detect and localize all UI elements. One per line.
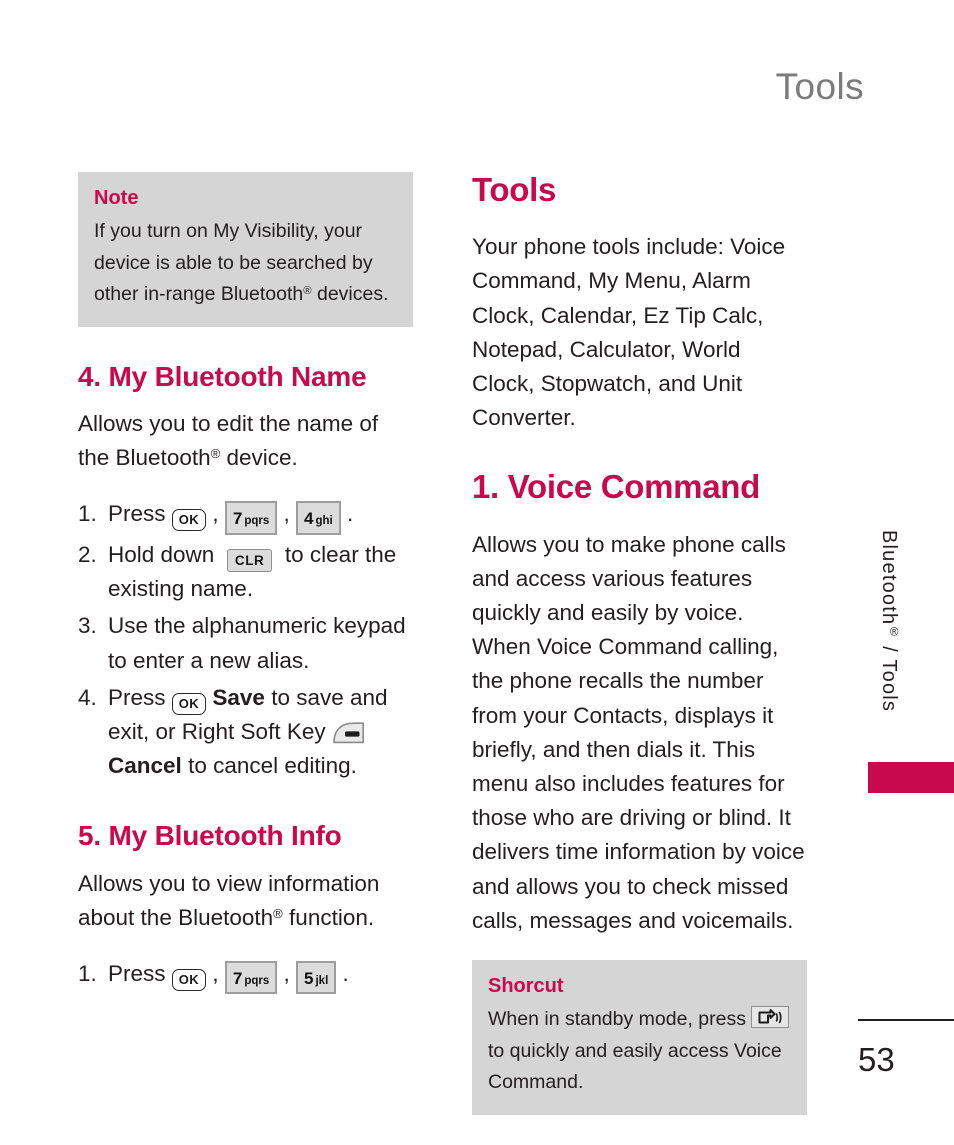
shortcut-body-tail: to quickly and easily access Voice Comma… <box>488 1039 782 1094</box>
ok-key-icon: OK <box>171 509 207 532</box>
clr-key-icon: CLR <box>226 548 273 573</box>
right-soft-key-icon <box>332 721 366 745</box>
shortcut-callout-title: Shorcut <box>488 974 564 997</box>
step-item: 1. Press OK , 7 pqrs , 5 jkl . <box>78 957 413 995</box>
key-digit: 4 <box>304 509 314 529</box>
save-label: Save <box>212 684 265 710</box>
registered-mark: ® <box>210 445 221 461</box>
heading-voice-command: 1. Voice Command <box>472 468 760 506</box>
key-letters: ghi <box>315 515 333 528</box>
key-digit: 7 <box>232 968 243 988</box>
left-column: Note If you turn on My Visibility, your … <box>78 172 413 997</box>
step-text: Press <box>108 684 166 710</box>
seven-pqrs-key-icon: 7 pqrs <box>224 960 278 995</box>
key-letters: pqrs <box>244 974 270 987</box>
heading-my-bluetooth-name: 4. My Bluetooth Name <box>78 360 367 392</box>
shortcut-callout: Shorcut When in standby mode, press to q… <box>472 959 807 1115</box>
shortcut-body-text: When in standby mode, press <box>488 1007 746 1030</box>
page-running-head: Tools <box>775 66 864 107</box>
ok-key-icon: OK <box>171 968 207 991</box>
step-item: 3. Use the alphanumeric keypad to enter a… <box>78 609 413 677</box>
voice-command-paragraph: Allows you to make phone calls and acces… <box>472 531 805 933</box>
step-item: 2. Hold down CLR to clear the existing na… <box>78 538 413 607</box>
footer-divider <box>858 1019 954 1021</box>
key-letters: pqrs <box>244 515 270 528</box>
registered-mark: ® <box>887 625 901 640</box>
step-text: Press <box>108 501 166 527</box>
note-callout: Note If you turn on My Visibility, your … <box>78 172 413 327</box>
my-bluetooth-name-intro-tail: device. <box>220 445 298 471</box>
cancel-label: Cancel <box>108 753 182 779</box>
key-letters: jkl <box>315 974 329 987</box>
step-text-tail: . <box>347 501 354 527</box>
five-jkl-key-icon: 5 jkl <box>296 960 337 995</box>
step-text: Press <box>108 960 166 986</box>
page-number: 53 <box>858 1041 895 1078</box>
note-callout-title: Note <box>94 187 139 209</box>
step-text-tail: to cancel editing. <box>188 753 357 779</box>
side-tab-label: Bluetooth® / Tools <box>878 530 901 713</box>
step-number: 3. <box>78 613 97 639</box>
my-bluetooth-info-intro-tail: function. <box>282 904 375 930</box>
step-number: 1. <box>78 960 97 986</box>
my-bluetooth-name-intro: Allows you to edit the name of the Bluet… <box>78 407 413 475</box>
seven-pqrs-key-icon: 7 pqrs <box>224 501 278 535</box>
voice-command-key-icon <box>751 1005 790 1028</box>
step-text: Hold down <box>108 541 215 567</box>
heading-tools: Tools <box>472 171 557 208</box>
note-callout-body: If you turn on My Visibility, your devic… <box>94 216 397 311</box>
key-digit: 5 <box>304 968 314 988</box>
my-bluetooth-info-steps: 1. Press OK , 7 pqrs , 5 jkl . <box>78 957 413 995</box>
heading-my-bluetooth-info: 5. My Bluetooth Info <box>78 820 342 852</box>
key-digit: 7 <box>232 509 243 529</box>
registered-mark: ® <box>273 905 283 921</box>
my-bluetooth-info-intro: Allows you to view information about the… <box>78 867 413 935</box>
ok-key-icon: OK <box>171 692 207 715</box>
registered-mark: ® <box>303 284 312 297</box>
tools-intro-paragraph: Your phone tools include: Voice Command,… <box>472 234 786 431</box>
step-text: Use the alphanumeric keypad to enter a n… <box>108 613 406 673</box>
side-tab-marker <box>868 762 954 793</box>
my-bluetooth-name-steps: 1. Press OK , 7 pqrs , 4 ghi . 2. Hold down … <box>78 497 413 783</box>
step-item: 4. Press OK Save to save and exit, or Rig… <box>78 681 413 784</box>
step-number: 2. <box>78 541 97 567</box>
step-number: 1. <box>78 501 97 527</box>
step-number: 4. <box>78 684 97 710</box>
step-text-tail: . <box>342 960 349 986</box>
note-callout-body-tail: devices. <box>311 283 389 306</box>
right-column: Tools Your phone tools include: Voice Co… <box>472 171 807 1115</box>
step-item: 1. Press OK , 7 pqrs , 4 ghi . <box>78 497 413 535</box>
four-ghi-key-icon: 4 ghi <box>296 501 341 535</box>
shortcut-callout-body: When in standby mode, press to quickly a… <box>488 1004 791 1099</box>
manual-page: Tools Note If you turn on My Visibility,… <box>0 0 954 1145</box>
